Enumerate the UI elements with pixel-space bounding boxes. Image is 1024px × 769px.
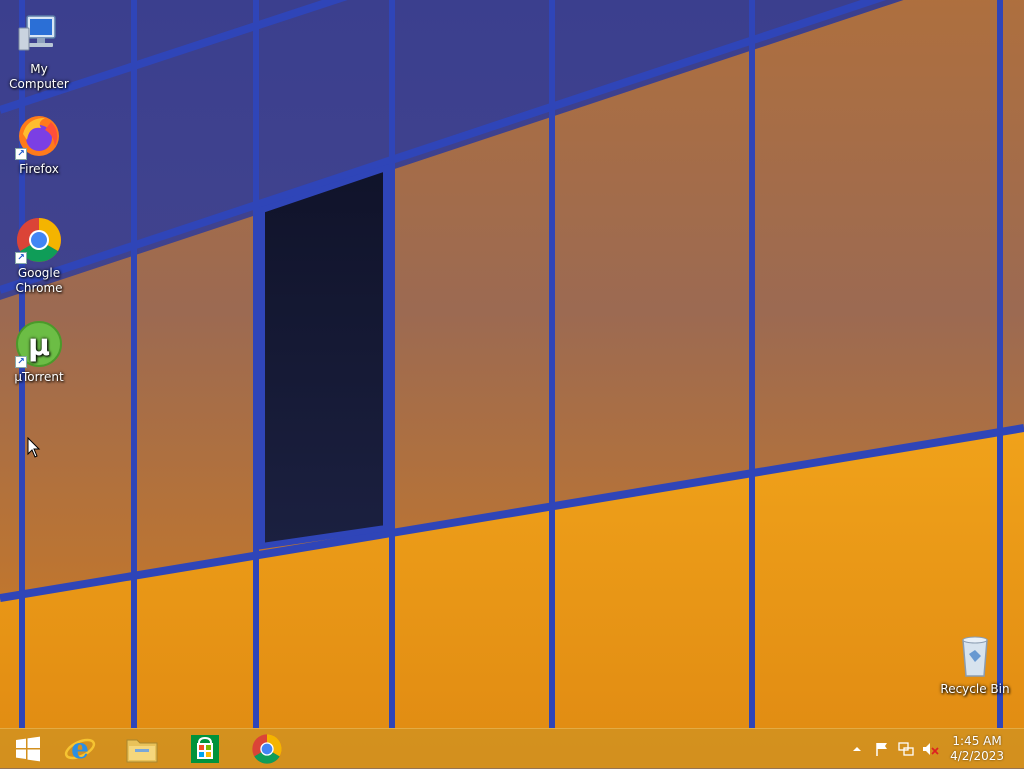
shortcut-arrow-icon: ↗ <box>15 148 27 160</box>
internet-explorer-icon: e <box>64 732 96 765</box>
start-button[interactable] <box>0 729 56 769</box>
volume-muted-icon[interactable] <box>922 741 940 757</box>
windows-logo-icon <box>16 736 40 762</box>
clock-time: 1:45 AM <box>952 734 1002 748</box>
desktop-icon-label: Firefox <box>19 162 59 176</box>
recycle-bin-icon <box>951 632 999 680</box>
desktop-icon-recycle-bin[interactable]: Recycle Bin <box>936 632 1014 697</box>
desktop-icon-label: Recycle Bin <box>940 682 1010 696</box>
desktop-icon-label: Google Chrome <box>15 266 63 295</box>
chrome-icon: ↗ <box>15 216 63 264</box>
utorrent-icon: µ ↗ <box>15 320 63 368</box>
desktop-icon-utorrent[interactable]: µ ↗ µTorrent <box>0 320 78 385</box>
network-icon[interactable] <box>898 741 914 757</box>
action-center-flag-icon[interactable] <box>874 741 890 757</box>
clock-date: 4/2/2023 <box>950 749 1004 763</box>
show-hidden-icons-chevron-icon[interactable] <box>850 742 864 756</box>
mouse-cursor-icon <box>27 437 41 458</box>
desktop-icon-google-chrome[interactable]: ↗ Google Chrome <box>0 216 78 296</box>
shortcut-arrow-icon: ↗ <box>15 356 27 368</box>
desktop-icon-label: µTorrent <box>14 370 64 384</box>
taskbar-chrome[interactable] <box>239 729 295 769</box>
desktop-wallpaper <box>0 0 1024 768</box>
chrome-icon <box>252 734 282 764</box>
taskbar-clock[interactable]: 1:45 AM 4/2/2023 <box>950 734 1004 764</box>
taskbar-file-explorer[interactable] <box>114 729 170 769</box>
desktop-icon-my-computer[interactable]: My Computer <box>0 12 78 92</box>
system-tray <box>850 729 940 769</box>
store-icon <box>191 735 219 763</box>
desktop-icon-label: My Computer <box>9 62 69 91</box>
taskbar-internet-explorer[interactable]: e <box>52 729 108 769</box>
folder-icon <box>126 739 158 763</box>
computer-icon <box>15 12 63 60</box>
svg-text:µ: µ <box>28 328 50 363</box>
desktop-icon-firefox[interactable]: ↗ Firefox <box>0 112 78 177</box>
svg-text:e: e <box>71 732 89 765</box>
taskbar: e 1:45 AM 4/2/2023 <box>0 728 1024 769</box>
taskbar-store[interactable] <box>177 729 233 769</box>
shortcut-arrow-icon: ↗ <box>15 252 27 264</box>
firefox-icon: ↗ <box>15 112 63 160</box>
